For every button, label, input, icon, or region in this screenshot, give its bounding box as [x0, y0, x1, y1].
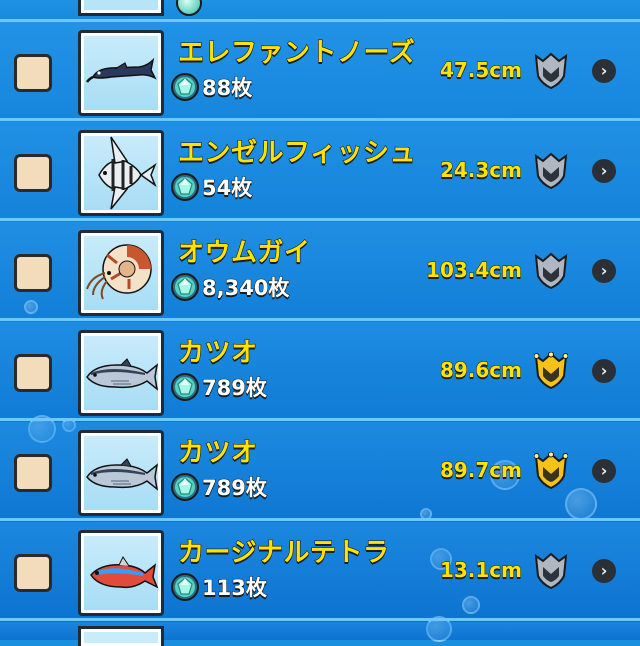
gem-icon	[171, 173, 199, 201]
gem-icon	[171, 373, 199, 401]
coin-count: 113枚	[170, 572, 267, 602]
fish-name: カツオ	[177, 337, 258, 368]
list-item-1[interactable]: エレファントノーズ 88枚 47.5cm ›	[0, 22, 640, 121]
fish-name: カツオ	[177, 437, 258, 468]
coin-count: 789枚	[170, 472, 267, 502]
list-item-6[interactable]: カージナルテトラ 113枚 13.1cm ›	[0, 522, 640, 621]
gold-crown-shield-icon	[534, 352, 568, 390]
select-checkbox[interactable]	[14, 354, 52, 392]
list-item-4[interactable]: カツオ 789枚 89.6cm ›	[0, 322, 640, 421]
fish-size: 89.6cm	[439, 358, 522, 383]
fish-name: オウムガイ	[177, 237, 311, 268]
select-checkbox[interactable]	[14, 54, 52, 92]
elephantnose-thumbnail	[78, 30, 164, 116]
gem-icon	[171, 73, 199, 101]
coin-count-value: 54枚	[201, 176, 253, 201]
gem-icon	[176, 0, 202, 16]
coin-count-value: 8,340枚	[201, 276, 290, 301]
list-item-2[interactable]: エンゼルフィッシュ 54枚 24.3cm ›	[0, 122, 640, 221]
fish-thumbnail-partial	[78, 626, 164, 646]
silver-shield-icon	[534, 552, 568, 590]
silver-shield-icon	[534, 152, 568, 190]
fish-size: 47.5cm	[439, 58, 522, 83]
coin-count: 789枚	[170, 372, 267, 402]
fish-name: エレファントノーズ	[177, 37, 416, 68]
coin-count: 54枚	[170, 172, 253, 202]
skipjack-thumbnail	[78, 330, 164, 416]
fish-size: 103.4cm	[426, 258, 523, 283]
select-checkbox[interactable]	[14, 154, 52, 192]
coin-count-value: 88枚	[201, 76, 253, 101]
select-checkbox[interactable]	[14, 254, 52, 292]
fish-size: 89.7cm	[439, 458, 522, 483]
silver-shield-icon	[534, 52, 568, 90]
gem-icon	[171, 273, 199, 301]
gem-icon	[171, 473, 199, 501]
list-item-5[interactable]: カツオ 789枚 89.7cm ›	[0, 422, 640, 521]
silver-shield-icon	[534, 252, 568, 290]
nautilus-thumbnail	[78, 230, 164, 316]
chevron-right-icon[interactable]: ›	[592, 459, 616, 483]
coin-count-value: 113枚	[202, 576, 268, 601]
chevron-right-icon[interactable]: ›	[592, 559, 616, 583]
coin-count-value: 789枚	[202, 476, 268, 501]
gem-icon	[171, 573, 199, 601]
select-checkbox[interactable]	[14, 554, 52, 592]
chevron-right-icon[interactable]: ›	[592, 159, 616, 183]
chevron-right-icon[interactable]: ›	[592, 59, 616, 83]
cardinal-tetra-thumbnail	[78, 530, 164, 616]
skipjack-thumbnail	[78, 430, 164, 516]
list-item-3[interactable]: オウムガイ 8,340枚 103.4cm ›	[0, 222, 640, 321]
fish-name: エンゼルフィッシュ	[177, 137, 416, 168]
fish-thumbnail-partial	[78, 0, 164, 16]
chevron-right-icon[interactable]: ›	[592, 259, 616, 283]
gold-crown-shield-icon	[534, 452, 568, 490]
chevron-right-icon[interactable]: ›	[592, 359, 616, 383]
fish-size: 13.1cm	[439, 558, 522, 583]
list-item-partial-top[interactable]	[0, 0, 640, 22]
coin-count-value: 789枚	[202, 376, 268, 401]
list-item-partial-bottom[interactable]	[0, 622, 640, 646]
fish-size: 24.3cm	[439, 158, 522, 183]
select-checkbox[interactable]	[14, 454, 52, 492]
coin-count: 8,340枚	[170, 272, 290, 302]
coin-count: 88枚	[170, 72, 253, 102]
fish-name: カージナルテトラ	[177, 537, 390, 568]
angelfish-thumbnail	[78, 130, 164, 216]
